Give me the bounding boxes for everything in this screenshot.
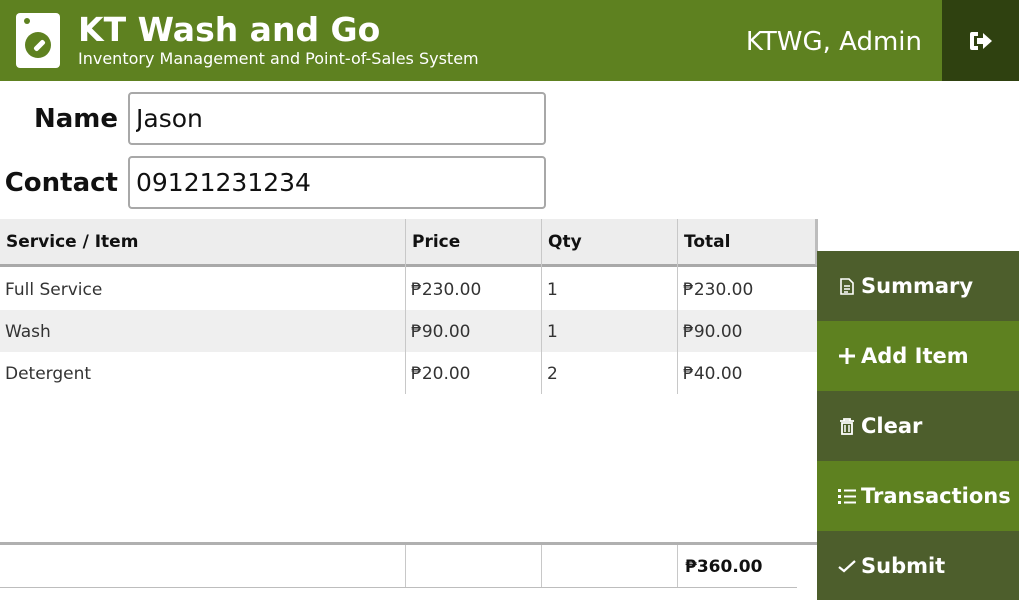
transactions-button[interactable]: Transactions (817, 461, 1019, 531)
table-header: Service / Item Price Qty Total (0, 219, 818, 267)
cell-qty: 2 (547, 364, 558, 384)
cell-qty: 1 (547, 280, 558, 300)
cell-service: Full Service (5, 280, 103, 300)
summary-label: Summary (861, 274, 974, 298)
column-header-total: Total (684, 232, 731, 252)
column-divider (541, 545, 542, 587)
column-divider (541, 219, 542, 394)
table-bottom-border (0, 587, 797, 588)
submit-button[interactable]: Submit (817, 531, 1019, 600)
logout-button[interactable] (942, 0, 1019, 81)
cell-total: ₱90.00 (683, 322, 743, 342)
cell-qty: 1 (547, 322, 558, 342)
name-input[interactable] (128, 92, 546, 145)
summary-button[interactable]: Summary (817, 251, 1019, 321)
clear-button[interactable]: Clear (817, 391, 1019, 461)
user-label: KTWG, Admin (745, 27, 922, 57)
trash-icon (837, 416, 857, 436)
sign-out-icon (969, 31, 992, 50)
washing-machine-icon (16, 13, 60, 68)
column-divider (677, 219, 678, 394)
cell-price: ₱90.00 (411, 322, 471, 342)
table-row[interactable]: Wash ₱90.00 1 ₱90.00 (0, 310, 818, 352)
cell-price: ₱20.00 (411, 364, 471, 384)
column-divider (405, 545, 406, 587)
app-subtitle: Inventory Management and Point-of-Sales … (78, 49, 479, 68)
cell-total: ₱230.00 (683, 280, 754, 300)
contact-input[interactable] (128, 156, 546, 209)
transactions-label: Transactions (861, 484, 1011, 508)
table-footer-divider (0, 542, 818, 545)
column-divider (677, 545, 678, 587)
cell-price: ₱230.00 (411, 280, 482, 300)
check-icon (837, 556, 857, 576)
order-table: Service / Item Price Qty Total Full Serv… (0, 219, 818, 600)
column-header-qty: Qty (548, 232, 582, 252)
plus-icon (837, 346, 857, 366)
add-item-button[interactable]: Add Item (817, 321, 1019, 391)
app-header: KT Wash and Go Inventory Management and … (0, 0, 1019, 81)
column-divider (405, 219, 406, 394)
column-header-service: Service / Item (6, 232, 139, 252)
add-item-label: Add Item (861, 344, 969, 368)
cell-service: Detergent (5, 364, 92, 384)
cell-service: Wash (5, 322, 51, 342)
cell-total: ₱40.00 (683, 364, 743, 384)
document-icon (837, 276, 857, 296)
grand-total: ₱360.00 (685, 557, 763, 577)
table-row[interactable]: Full Service ₱230.00 1 ₱230.00 (0, 268, 818, 310)
column-header-price: Price (412, 232, 461, 252)
submit-label: Submit (861, 554, 946, 578)
app-title: KT Wash and Go (78, 10, 381, 49)
list-icon (837, 486, 857, 506)
name-label: Name (33, 104, 118, 134)
table-row[interactable]: Detergent ₱20.00 2 ₱40.00 (0, 352, 818, 394)
contact-label: Contact (4, 168, 118, 198)
clear-label: Clear (861, 414, 923, 438)
